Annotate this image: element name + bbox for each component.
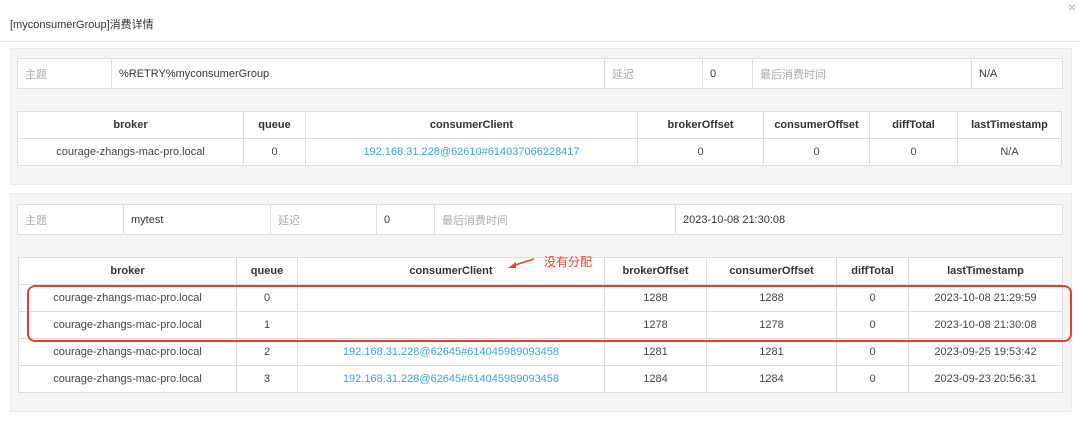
- queue-cell: 1: [236, 311, 298, 339]
- broker-offset-cell: 0: [637, 138, 764, 166]
- broker-cell: courage-zhangs-mac-pro.local: [18, 365, 237, 393]
- delay-value: 0: [376, 204, 435, 235]
- column-header: lastTimestamp: [908, 257, 1063, 285]
- broker-cell: courage-zhangs-mac-pro.local: [18, 311, 237, 339]
- annotation-label: 没有分配: [544, 255, 593, 269]
- table-row: courage-zhangs-mac-pro.local 2 192.168.3…: [18, 338, 1063, 366]
- last-consume-time-value: N/A: [971, 58, 1063, 89]
- consumer-offset-cell: 1284: [706, 365, 837, 393]
- topic-value: mytest: [123, 204, 271, 235]
- consumer-group-section-mytest: 主题 mytest 延迟 0 最后消费时间 2023-10-08 21:30:0…: [10, 193, 1072, 412]
- last-timestamp-cell: 2023-09-25 19:53:42: [908, 338, 1063, 366]
- column-header: diffTotal: [836, 257, 909, 285]
- consumer-offset-cell: 1281: [706, 338, 837, 366]
- column-header: brokerOffset: [604, 257, 707, 285]
- consumer-offset-cell: 0: [763, 138, 870, 166]
- consumer-group-section-retry: 主题 %RETRY%myconsumerGroup 延迟 0 最后消费时间 N/…: [10, 48, 1072, 185]
- last-consume-time-value: 2023-10-08 21:30:08: [675, 204, 1063, 235]
- queue-cell: 0: [236, 284, 298, 312]
- consumer-client-cell[interactable]: [297, 284, 605, 312]
- consumer-offset-cell: 1278: [706, 311, 837, 339]
- column-header: queue: [243, 111, 306, 139]
- last-timestamp-cell: 2023-10-08 21:29:59: [908, 284, 1063, 312]
- delay-value: 0: [702, 58, 753, 89]
- consumer-client-cell[interactable]: 192.168.31.228@62610#614037066228417: [305, 138, 638, 166]
- diff-total-cell: 0: [836, 365, 909, 393]
- column-header: queue: [236, 257, 298, 285]
- consumer-client-cell[interactable]: [297, 311, 605, 339]
- last-timestamp-cell: 2023-10-08 21:30:08: [908, 311, 1063, 339]
- topic-info-table: 主题 %RETRY%myconsumerGroup 延迟 0 最后消费时间 N/…: [17, 58, 1063, 89]
- queue-cell: 2: [236, 338, 298, 366]
- queue-cell: 3: [236, 365, 298, 393]
- diff-total-cell: 0: [836, 284, 909, 312]
- diff-total-cell: 0: [836, 311, 909, 339]
- column-header: broker: [17, 111, 244, 139]
- diff-total-cell: 0: [869, 138, 958, 166]
- table-header-row: broker queue consumerClient brokerOffset…: [18, 257, 1063, 285]
- topic-info-table: 主题 mytest 延迟 0 最后消费时间 2023-10-08 21:30:0…: [17, 204, 1063, 235]
- broker-offset-cell: 1288: [604, 284, 707, 312]
- topic-label: 主题: [17, 204, 124, 235]
- consumer-client-cell[interactable]: 192.168.31.228@62645#614045989093458: [297, 338, 605, 366]
- table-row: courage-zhangs-mac-pro.local 0 1288 1288…: [18, 284, 1063, 312]
- column-header: consumerOffset: [763, 111, 870, 139]
- queue-table: broker queue consumerClient brokerOffset…: [18, 257, 1063, 393]
- consumer-offset-cell: 1288: [706, 284, 837, 312]
- dialog-header: [myconsumerGroup]消费详情 ×: [0, 0, 1080, 42]
- queue-cell: 0: [243, 138, 306, 166]
- last-consume-time-label: 最后消费时间: [434, 204, 676, 235]
- consumer-client-cell[interactable]: 192.168.31.228@62645#614045989093458: [297, 365, 605, 393]
- column-header: brokerOffset: [637, 111, 764, 139]
- column-header: broker: [18, 257, 237, 285]
- annotation-arrow-icon: [508, 258, 535, 268]
- close-icon[interactable]: ×: [1068, 0, 1076, 14]
- broker-cell: courage-zhangs-mac-pro.local: [18, 284, 237, 312]
- column-header: consumerClient: [305, 111, 638, 139]
- broker-offset-cell: 1281: [604, 338, 707, 366]
- broker-cell: courage-zhangs-mac-pro.local: [17, 138, 244, 166]
- topic-label: 主题: [17, 58, 112, 89]
- last-consume-time-label: 最后消费时间: [752, 58, 972, 89]
- column-header: lastTimestamp: [957, 111, 1062, 139]
- table-header-row: broker queue consumerClient brokerOffset…: [17, 111, 1062, 139]
- last-timestamp-cell: N/A: [957, 138, 1062, 166]
- table-row: courage-zhangs-mac-pro.local 0 192.168.3…: [17, 138, 1062, 166]
- delay-label: 延迟: [604, 58, 703, 89]
- queue-table: broker queue consumerClient brokerOffset…: [17, 111, 1062, 166]
- column-header: diffTotal: [869, 111, 958, 139]
- dialog-title: [myconsumerGroup]消费详情: [10, 19, 154, 31]
- table-row: courage-zhangs-mac-pro.local 3 192.168.3…: [18, 365, 1063, 393]
- broker-cell: courage-zhangs-mac-pro.local: [18, 338, 237, 366]
- delay-label: 延迟: [270, 204, 377, 235]
- diff-total-cell: 0: [836, 338, 909, 366]
- column-header: consumerOffset: [706, 257, 837, 285]
- topic-value: %RETRY%myconsumerGroup: [111, 58, 605, 89]
- last-timestamp-cell: 2023-09-23 20:56:31: [908, 365, 1063, 393]
- table-row: courage-zhangs-mac-pro.local 1 1278 1278…: [18, 311, 1063, 339]
- broker-offset-cell: 1284: [604, 365, 707, 393]
- broker-offset-cell: 1278: [604, 311, 707, 339]
